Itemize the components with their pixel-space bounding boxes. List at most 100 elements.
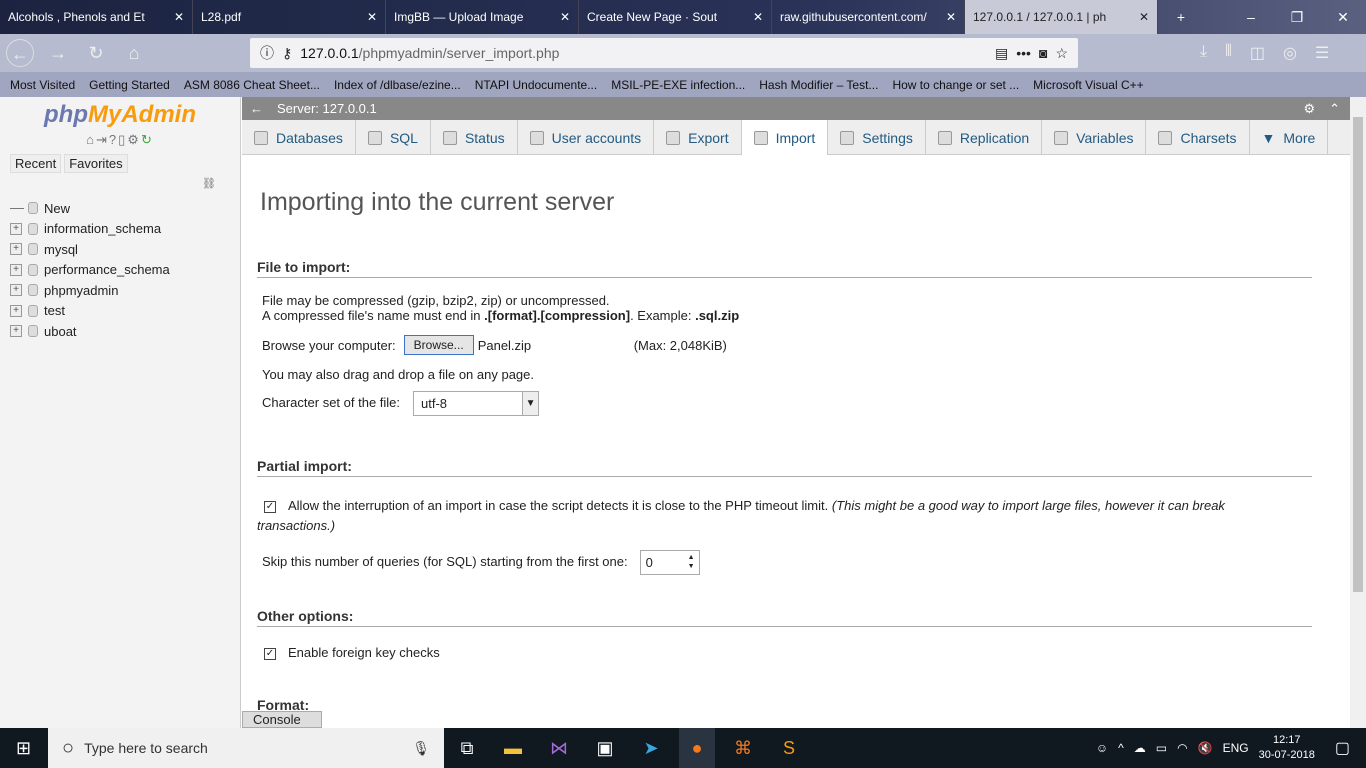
visual-studio-icon[interactable]: ⋈ <box>541 728 577 768</box>
browser-tab-active[interactable]: 127.0.0.1 / 127.0.0.1 | ph ✕ <box>965 0 1158 34</box>
gear-icon[interactable]: ⚙ <box>1303 101 1315 117</box>
tab-import[interactable]: Import <box>741 120 829 155</box>
logout-icon[interactable]: ⇥ <box>96 132 109 147</box>
expand-icon[interactable]: + <box>10 222 22 235</box>
server-breadcrumb[interactable]: Server: 127.0.0.1 <box>277 101 377 116</box>
docs-icon[interactable]: ▯ <box>118 132 127 147</box>
database-item[interactable]: + mysql <box>0 239 240 260</box>
restore-icon[interactable]: ❐ <box>1274 0 1320 34</box>
tab-export[interactable]: Export <box>654 120 742 155</box>
tab-settings[interactable]: Settings <box>828 120 926 155</box>
scrollbar[interactable] <box>1350 97 1366 728</box>
sidebar-icon[interactable]: ◫ <box>1250 43 1265 63</box>
tab-user-accounts[interactable]: User accounts <box>518 120 655 155</box>
database-item[interactable]: + phpmyadmin <box>0 280 240 301</box>
collapse-sidebar-icon[interactable]: ← <box>250 101 263 116</box>
url-bar[interactable]: ⓘ ⚷ 127.0.0.1/phpmyadmin/server_import.ph… <box>250 38 1078 68</box>
phpmyadmin-logo[interactable]: phpMyAdmin <box>0 101 240 129</box>
collapse-icon[interactable]: ⌃ <box>1329 101 1340 117</box>
people-icon[interactable]: ☺ <box>1096 741 1108 755</box>
bookmark[interactable]: How to change or set ... <box>892 78 1019 92</box>
bookmark[interactable]: NTAPI Undocumente... <box>475 78 598 92</box>
home-icon[interactable]: ⌂ <box>86 132 96 147</box>
browse-button[interactable]: Browse... <box>403 335 474 355</box>
back-icon[interactable]: ← <box>6 39 34 67</box>
star-icon[interactable]: ☆ <box>1055 45 1068 62</box>
tab-replication[interactable]: Replication <box>926 120 1043 155</box>
telegram-icon[interactable]: ➤ <box>633 728 669 768</box>
close-icon[interactable]: ✕ <box>1139 10 1149 24</box>
close-icon[interactable]: ✕ <box>753 10 763 24</box>
new-database-item[interactable]: New <box>0 198 240 219</box>
tab-charsets[interactable]: Charsets <box>1146 120 1250 155</box>
sublime-text-icon[interactable]: S <box>771 728 807 768</box>
close-icon[interactable]: ✕ <box>946 10 956 24</box>
library-icon[interactable]: ⫴ <box>1225 43 1232 63</box>
home-icon[interactable]: ⌂ <box>120 39 148 67</box>
gear-icon[interactable]: ⚙ <box>127 132 141 147</box>
volume-muted-icon[interactable]: 🔇 <box>1198 741 1213 755</box>
bookmark[interactable]: Index of /dlbase/ezine... <box>334 78 461 92</box>
cloud-icon[interactable]: ☁ <box>1134 741 1146 755</box>
file-explorer-icon[interactable]: ▬ <box>495 728 531 768</box>
window-close-icon[interactable]: ✕ <box>1320 0 1366 34</box>
reload-icon[interactable]: ↻ <box>141 132 154 147</box>
hamburger-menu-icon[interactable]: ☰ <box>1315 43 1329 63</box>
database-item[interactable]: + performance_schema <box>0 260 240 281</box>
battery-icon[interactable]: ▭ <box>1156 741 1167 755</box>
tab-status[interactable]: Status <box>431 120 518 155</box>
clock[interactable]: 12:17 30-07-2018 <box>1259 733 1315 763</box>
database-item[interactable]: + uboat <box>0 321 240 342</box>
console-toggle[interactable]: Console <box>242 711 322 728</box>
expand-icon[interactable]: + <box>10 263 22 276</box>
windows-start-icon[interactable]: ⊞ <box>16 738 31 759</box>
xampp-icon[interactable]: ⌘ <box>725 728 761 768</box>
reload-icon[interactable]: ↻ <box>82 39 110 67</box>
charset-select[interactable]: utf-8 ▼ <box>413 391 540 416</box>
recent-button[interactable]: Recent <box>10 154 62 173</box>
skip-queries-input[interactable]: 0 ▲ ▼ <box>639 550 700 575</box>
database-item[interactable]: + information_schema <box>0 219 240 240</box>
reader-icon[interactable]: ▤ <box>995 45 1008 62</box>
wifi-icon[interactable]: ◠ <box>1177 741 1187 755</box>
browser-tab[interactable]: L28.pdf ✕ <box>193 0 386 34</box>
bookmark[interactable]: Most Visited <box>10 78 75 92</box>
notifications-icon[interactable]: ▢ <box>1335 738 1350 758</box>
bookmark[interactable]: MSIL-PE-EXE infection... <box>611 78 745 92</box>
close-icon[interactable]: ✕ <box>367 10 377 24</box>
tab-more[interactable]: ▼ More <box>1250 120 1329 155</box>
favorites-button[interactable]: Favorites <box>64 154 128 173</box>
task-view-icon[interactable]: ⧉ <box>449 728 485 768</box>
taskbar-search[interactable]: ○ Type here to search 🎙 <box>48 728 444 768</box>
minimize-icon[interactable]: – <box>1228 0 1274 34</box>
info-icon[interactable]: ⓘ <box>260 43 274 63</box>
browser-tab[interactable]: Create New Page · Sout ✕ <box>579 0 772 34</box>
firefox-icon[interactable]: ● <box>679 728 715 768</box>
browser-tab[interactable]: Alcohols , Phenols and Et ✕ <box>0 0 193 34</box>
chevron-up-icon[interactable]: ^ <box>1118 741 1124 755</box>
more-icon[interactable]: ••• <box>1016 45 1031 61</box>
bookmark[interactable]: Hash Modifier – Test... <box>759 78 878 92</box>
close-icon[interactable]: ✕ <box>560 10 570 24</box>
bookmark[interactable]: Getting Started <box>89 78 170 92</box>
microphone-icon[interactable]: 🎙 <box>412 740 430 757</box>
help-icon[interactable]: ? <box>109 132 118 147</box>
tab-variables[interactable]: Variables <box>1042 120 1147 155</box>
expand-icon[interactable]: + <box>10 284 22 297</box>
close-icon[interactable]: ✕ <box>174 10 184 24</box>
allow-interrupt-checkbox[interactable]: ✓ <box>264 500 276 513</box>
bookmark[interactable]: ASM 8086 Cheat Sheet... <box>184 78 320 92</box>
link-icon[interactable]: ⛓ <box>0 177 240 190</box>
bookmark[interactable]: Microsoft Visual C++ <box>1033 78 1144 92</box>
forward-icon[interactable]: → <box>44 39 72 67</box>
expand-icon[interactable]: + <box>10 325 22 338</box>
expand-icon[interactable]: + <box>10 243 22 256</box>
spinner-icon[interactable]: ▲ ▼ <box>688 553 695 571</box>
browser-tab[interactable]: raw.githubusercontent.com/✕ <box>772 0 965 34</box>
pocket-icon[interactable]: ◙ <box>1039 45 1047 61</box>
tab-databases[interactable]: Databases <box>242 120 356 155</box>
sync-icon[interactable]: ◎ <box>1283 43 1297 63</box>
database-item[interactable]: + test <box>0 301 240 322</box>
foreign-key-checkbox[interactable]: ✓ <box>264 647 276 660</box>
language-indicator[interactable]: ENG <box>1223 741 1249 755</box>
